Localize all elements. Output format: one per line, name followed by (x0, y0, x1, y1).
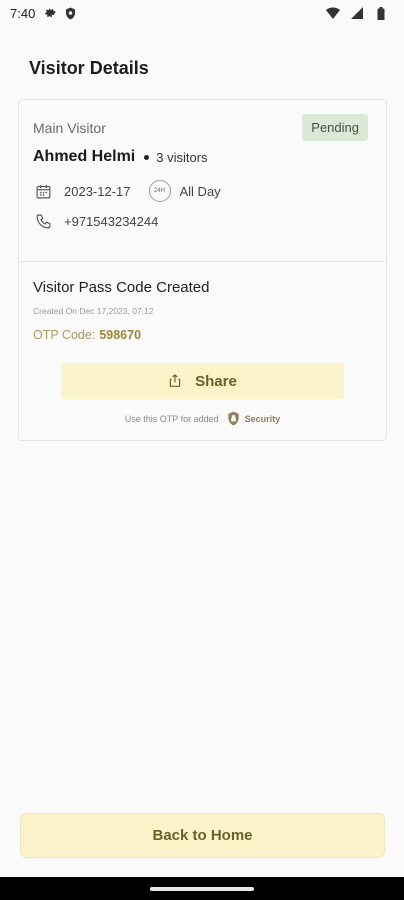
clock-24h-icon: 24H (148, 180, 171, 202)
share-button[interactable]: Share (61, 363, 344, 399)
status-time: 7:40 (10, 5, 36, 21)
wifi-icon (326, 6, 340, 20)
phone-row: +971543234244 (33, 211, 158, 231)
pass-title: Visitor Pass Code Created (33, 279, 210, 296)
visitor-row: Ahmed Helmi 3 visitors (33, 148, 208, 166)
card-divider (19, 261, 386, 262)
visit-date: 2023-12-17 (64, 183, 131, 199)
visit-duration: All Day (179, 183, 221, 199)
calendar-icon (33, 181, 53, 201)
page-title: Visitor Details (29, 58, 149, 78)
battery-icon (374, 6, 388, 20)
otp-label: OTP Code: (33, 328, 96, 342)
created-timestamp: Created On Dec 17,2023, 07:12 (33, 306, 154, 316)
security-label: Security (244, 414, 281, 424)
main-visitor-label: Main Visitor (33, 120, 106, 136)
phone-icon (33, 211, 53, 231)
back-to-home-button[interactable]: Back to Home (20, 813, 385, 858)
otp-value: 598670 (99, 328, 142, 342)
visitor-card: Main Visitor Pending Ahmed Helmi 3 visit… (18, 99, 387, 441)
status-badge: Pending (302, 114, 368, 141)
security-shield-icon (227, 411, 241, 427)
share-icon (168, 373, 184, 389)
status-bar: 7:40 (0, 0, 404, 26)
otp-note-text: Use this OTP for added (124, 414, 219, 424)
visitor-name: Ahmed Helmi (33, 148, 136, 165)
phone-number[interactable]: +971543234244 (64, 214, 158, 229)
share-label: Share (195, 372, 237, 390)
date-row: 2023-12-17 24H All Day (33, 180, 221, 202)
home-gesture-handle[interactable] (150, 887, 254, 891)
visitor-count: 3 visitors (156, 149, 208, 165)
navigation-bar (0, 877, 404, 900)
shield-status-icon (63, 6, 77, 20)
otp-note: Use this OTP for added Security (19, 411, 386, 427)
dot-separator (144, 154, 150, 160)
settings-icon (43, 6, 57, 20)
signal-icon (350, 6, 364, 20)
otp-row: OTP Code: 598670 (33, 328, 141, 342)
